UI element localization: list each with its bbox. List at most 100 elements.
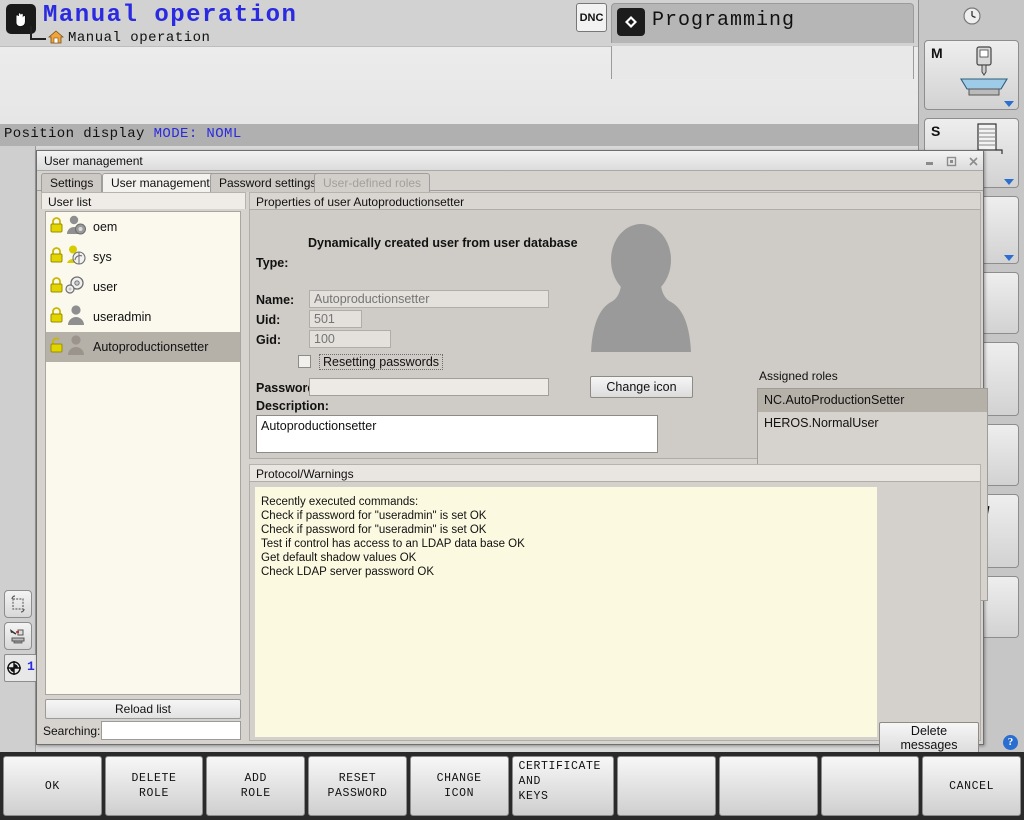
user-list-header-label: User list bbox=[48, 195, 92, 209]
description-field[interactable]: Autoproductionsetter bbox=[256, 415, 658, 453]
softkey-ok-line1: OK bbox=[44, 779, 60, 793]
softkey-cert-line3: KEYS bbox=[518, 790, 549, 803]
softkey-cancel-line1: CANCEL bbox=[949, 779, 995, 793]
tab-programming[interactable]: Programming bbox=[611, 3, 914, 43]
softkey-reset-password[interactable]: RESET PASSWORD bbox=[308, 756, 407, 816]
gid-field[interactable] bbox=[309, 330, 391, 348]
datum-preset-icon[interactable]: 1 bbox=[4, 654, 38, 682]
tab-user-defined-roles: User-defined roles bbox=[314, 173, 431, 192]
status-bar-body-right bbox=[611, 46, 914, 79]
search-label: Searching: bbox=[43, 724, 101, 738]
chevron-down-icon[interactable] bbox=[1004, 255, 1014, 261]
resetting-passwords-checkbox[interactable] bbox=[298, 355, 311, 368]
name-label: Name: bbox=[256, 293, 295, 307]
list-item[interactable]: sys bbox=[46, 242, 240, 272]
change-icon-button[interactable]: Change icon bbox=[590, 376, 693, 398]
tab-user-management[interactable]: User management bbox=[102, 173, 219, 192]
status-box-m-letter: M bbox=[931, 45, 943, 61]
user-gear-icon bbox=[64, 213, 88, 242]
list-item[interactable]: Autoproductionsetter bbox=[46, 332, 240, 362]
uid-label: Uid: bbox=[256, 313, 281, 327]
reload-list-button[interactable]: Reload list bbox=[45, 699, 241, 719]
assigned-roles-label: Assigned roles bbox=[759, 369, 838, 383]
gid-label: Gid: bbox=[256, 333, 281, 347]
properties-header: Properties of user Autoproductionsetter bbox=[249, 192, 981, 209]
search-input[interactable] bbox=[101, 721, 241, 740]
list-item-label: useradmin bbox=[93, 310, 152, 324]
uid-field[interactable] bbox=[309, 310, 362, 328]
position-display-prefix: Position display bbox=[4, 126, 154, 142]
softkey-empty-2[interactable] bbox=[718, 756, 818, 816]
softkey-ok[interactable]: OK bbox=[3, 756, 102, 816]
position-display-line: Position display MODE: NOML bbox=[0, 124, 918, 146]
softkey-add-role[interactable]: ADD ROLE bbox=[206, 756, 306, 816]
user-list: oem sys user useradmin Autoproductionset… bbox=[45, 211, 241, 695]
diamond-icon bbox=[617, 8, 645, 36]
tool-change-icon[interactable] bbox=[4, 622, 32, 650]
softkey-bar: OK DELETE ROLE ADD ROLE RESET PASSWORD C… bbox=[0, 752, 1024, 820]
top-status-bar: Manual operation Manual operation DNC Pr… bbox=[0, 0, 918, 133]
lock-icon bbox=[49, 216, 64, 239]
softkey-change-icon-line2: ICON bbox=[444, 787, 475, 800]
chevron-down-icon[interactable] bbox=[1004, 179, 1014, 185]
list-item-label: sys bbox=[93, 250, 112, 264]
softkey-empty-3[interactable] bbox=[820, 756, 920, 816]
gears-icon bbox=[64, 273, 88, 302]
close-icon[interactable] bbox=[965, 154, 981, 168]
type-value: Dynamically created user from user datab… bbox=[308, 236, 578, 250]
tab-password-settings[interactable]: Password settings bbox=[210, 173, 326, 192]
breadcrumb: Manual operation bbox=[68, 30, 211, 46]
softkey-cert-line2: AND bbox=[518, 775, 542, 788]
position-display-mode: MODE: NOML bbox=[153, 126, 242, 142]
user-list-header: User list bbox=[41, 192, 246, 209]
lock-icon bbox=[49, 246, 64, 269]
list-item[interactable]: user bbox=[46, 272, 240, 302]
dnc-indicator[interactable]: DNC bbox=[576, 3, 607, 32]
protocol-header: Protocol/Warnings bbox=[249, 464, 981, 481]
softkey-delete-role[interactable]: DELETE ROLE bbox=[104, 756, 204, 816]
avatar-silhouette-icon bbox=[585, 222, 697, 352]
tab-settings[interactable]: Settings bbox=[41, 173, 103, 192]
spindle-machine-icon bbox=[960, 46, 1008, 96]
softkey-add-role-line1: ADD bbox=[244, 772, 268, 785]
softkey-empty-1[interactable] bbox=[617, 756, 716, 816]
softkey-delete-role-line2: ROLE bbox=[139, 787, 170, 800]
help-question-icon[interactable]: ? bbox=[1003, 735, 1018, 750]
maximize-icon[interactable] bbox=[943, 154, 959, 168]
mode-header: Manual operation Manual operation DNC Pr… bbox=[0, 0, 918, 46]
lock-icon bbox=[49, 276, 64, 299]
list-item[interactable]: useradmin bbox=[46, 302, 240, 332]
user-system-icon bbox=[64, 243, 88, 272]
list-item-label: oem bbox=[93, 220, 118, 234]
datum-number: 1 bbox=[27, 659, 35, 674]
chevron-down-icon[interactable] bbox=[1004, 101, 1014, 107]
dialog-title-bar[interactable]: User management bbox=[37, 151, 983, 171]
list-item[interactable]: HEROS.NormalUser bbox=[758, 412, 987, 435]
softkey-add-role-line2: ROLE bbox=[240, 787, 271, 800]
softkey-reset-password-line2: PASSWORD bbox=[327, 787, 388, 800]
home-icon bbox=[47, 30, 65, 44]
softkey-certificate-and-keys[interactable]: CERTIFICATE AND KEYS bbox=[511, 756, 615, 816]
status-box-m[interactable]: M bbox=[924, 40, 1019, 110]
minimize-icon[interactable] bbox=[921, 154, 937, 168]
protocol-text: Recently executed commands: Check if pas… bbox=[255, 487, 877, 737]
list-item[interactable]: oem bbox=[46, 212, 240, 242]
list-item-label: Autoproductionsetter bbox=[93, 340, 209, 354]
left-side-strip: 1 bbox=[0, 146, 38, 752]
softkey-cancel[interactable]: CANCEL bbox=[922, 756, 1022, 816]
user-icon bbox=[64, 303, 88, 332]
lock-icon bbox=[49, 306, 64, 329]
dialog-tab-bar: Settings User management Password settin… bbox=[37, 171, 983, 192]
lock-open-icon bbox=[49, 336, 64, 359]
list-item[interactable]: NC.AutoProductionSetter bbox=[758, 389, 987, 412]
resetting-passwords-label: Resetting passwords bbox=[319, 354, 444, 370]
screen-root: Manual operation Manual operation DNC Pr… bbox=[0, 0, 1024, 820]
rotate-axes-icon[interactable] bbox=[4, 590, 32, 618]
name-field[interactable] bbox=[309, 290, 549, 308]
status-box-s-letter: S bbox=[931, 123, 941, 139]
list-item-label: user bbox=[93, 280, 118, 294]
delete-messages-button[interactable]: Delete messages bbox=[879, 722, 979, 754]
mode-title: Manual operation bbox=[43, 2, 298, 29]
softkey-change-icon[interactable]: CHANGE ICON bbox=[409, 756, 509, 816]
password-field[interactable] bbox=[309, 378, 549, 396]
